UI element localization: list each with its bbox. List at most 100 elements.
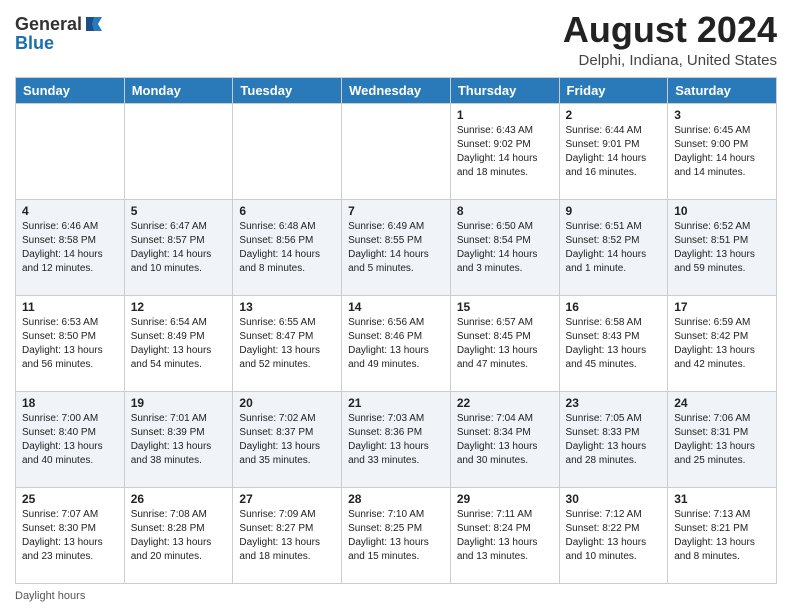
day-number: 15 (457, 300, 553, 314)
daylight-label: Daylight hours (15, 590, 85, 602)
day-info: Sunrise: 7:09 AM Sunset: 8:27 PM Dayligh… (239, 508, 335, 564)
day-info: Sunrise: 7:06 AM Sunset: 8:31 PM Dayligh… (674, 412, 770, 468)
footer: Daylight hours (15, 590, 777, 602)
day-info: Sunrise: 6:54 AM Sunset: 8:49 PM Dayligh… (131, 316, 227, 372)
page: General Blue August 2024 Delphi, Indiana… (0, 0, 792, 612)
calendar-cell: 27Sunrise: 7:09 AM Sunset: 8:27 PM Dayli… (233, 487, 342, 583)
day-info: Sunrise: 7:08 AM Sunset: 8:28 PM Dayligh… (131, 508, 227, 564)
calendar-cell: 4 Sunrise: 6:46 AM Sunset: 8:58 PM Daylig… (16, 199, 125, 295)
day-info: Sunrise: 6:57 AM Sunset: 8:45 PM Dayligh… (457, 316, 553, 372)
calendar-weekday-sunday: Sunday (16, 77, 125, 103)
day-number: 6 (239, 204, 335, 218)
calendar-cell: 12 Sunrise: 6:54 AM Sunset: 8:49 PM Dayli… (124, 295, 233, 391)
day-info: Sunrise: 6:52 AM Sunset: 8:51 PM Dayligh… (674, 220, 770, 276)
day-info: Sunrise: 7:01 AM Sunset: 8:39 PM Dayligh… (131, 412, 227, 468)
calendar-cell: 28 Sunrise: 7:10 AM Sunset: 8:25 PM Dayli… (342, 487, 451, 583)
calendar-cell: 11 Sunrise: 6:53 AM Sunset: 8:50 PM Dayli… (16, 295, 125, 391)
calendar-weekday-tuesday: Tuesday (233, 77, 342, 103)
day-number: 4 (22, 204, 118, 218)
day-number: 5 (131, 204, 227, 218)
day-number: 2 (566, 108, 662, 122)
day-info: Sunrise: 6:43 AM Sunset: 9:02 PM Dayligh… (457, 124, 553, 180)
calendar-cell: 5 Sunrise: 6:47 AM Sunset: 8:57 PM Daylig… (124, 199, 233, 295)
day-number: 14 (348, 300, 444, 314)
day-number: 8 (457, 204, 553, 218)
day-number: 7 (348, 204, 444, 218)
day-number: 9 (566, 204, 662, 218)
calendar-week-row: 4 Sunrise: 6:46 AM Sunset: 8:58 PM Daylig… (16, 199, 777, 295)
day-info: Sunrise: 6:51 AM Sunset: 8:52 PM Dayligh… (566, 220, 662, 276)
day-info: Sunrise: 7:10 AM Sunset: 8:25 PM Dayligh… (348, 508, 444, 564)
logo-general-text: General (15, 14, 82, 35)
day-info: Sunrise: 6:49 AM Sunset: 8:55 PM Dayligh… (348, 220, 444, 276)
calendar-cell: 30 Sunrise: 7:12 AM Sunset: 8:22 PM Dayli… (559, 487, 668, 583)
title-block: August 2024 Delphi, Indiana, United Stat… (563, 10, 777, 69)
day-number: 13 (239, 300, 335, 314)
day-number: 21 (348, 396, 444, 410)
day-info: Sunrise: 7:13 AM Sunset: 8:21 PM Dayligh… (674, 508, 770, 564)
day-info: Sunrise: 7:00 AM Sunset: 8:40 PM Dayligh… (22, 412, 118, 468)
calendar-week-row: 1 Sunrise: 6:43 AM Sunset: 9:02 PM Daylig… (16, 103, 777, 199)
day-info: Sunrise: 6:55 AM Sunset: 8:47 PM Dayligh… (239, 316, 335, 372)
day-info: Sunrise: 7:05 AM Sunset: 8:33 PM Dayligh… (566, 412, 662, 468)
calendar-week-row: 18Sunrise: 7:00 AM Sunset: 8:40 PM Dayli… (16, 391, 777, 487)
calendar-cell: 15 Sunrise: 6:57 AM Sunset: 8:45 PM Dayli… (450, 295, 559, 391)
day-info: Sunrise: 7:07 AM Sunset: 8:30 PM Dayligh… (22, 508, 118, 564)
day-number: 25 (22, 492, 118, 506)
day-info: Sunrise: 6:53 AM Sunset: 8:50 PM Dayligh… (22, 316, 118, 372)
calendar-cell: 9 Sunrise: 6:51 AM Sunset: 8:52 PM Daylig… (559, 199, 668, 295)
day-info: Sunrise: 7:12 AM Sunset: 8:22 PM Dayligh… (566, 508, 662, 564)
calendar-cell: 10 Sunrise: 6:52 AM Sunset: 8:51 PM Dayli… (668, 199, 777, 295)
day-number: 24 (674, 396, 770, 410)
calendar-cell (124, 103, 233, 199)
subtitle: Delphi, Indiana, United States (563, 52, 777, 69)
calendar-cell: 1 Sunrise: 6:43 AM Sunset: 9:02 PM Daylig… (450, 103, 559, 199)
calendar: SundayMondayTuesdayWednesdayThursdayFrid… (15, 77, 777, 584)
calendar-header-row: SundayMondayTuesdayWednesdayThursdayFrid… (16, 77, 777, 103)
calendar-cell: 25 Sunrise: 7:07 AM Sunset: 8:30 PM Dayli… (16, 487, 125, 583)
day-number: 31 (674, 492, 770, 506)
main-title: August 2024 (563, 10, 777, 50)
calendar-cell: 16Sunrise: 6:58 AM Sunset: 8:43 PM Dayli… (559, 295, 668, 391)
calendar-cell: 31 Sunrise: 7:13 AM Sunset: 8:21 PM Dayli… (668, 487, 777, 583)
logo: General Blue (15, 14, 106, 54)
calendar-cell: 24 Sunrise: 7:06 AM Sunset: 8:31 PM Dayli… (668, 391, 777, 487)
day-info: Sunrise: 6:50 AM Sunset: 8:54 PM Dayligh… (457, 220, 553, 276)
calendar-cell: 18Sunrise: 7:00 AM Sunset: 8:40 PM Dayli… (16, 391, 125, 487)
day-info: Sunrise: 6:58 AM Sunset: 8:43 PM Dayligh… (566, 316, 662, 372)
day-number: 12 (131, 300, 227, 314)
day-info: Sunrise: 6:45 AM Sunset: 9:00 PM Dayligh… (674, 124, 770, 180)
logo-icon (84, 15, 106, 33)
calendar-cell: 21Sunrise: 7:03 AM Sunset: 8:36 PM Dayli… (342, 391, 451, 487)
calendar-cell: 7 Sunrise: 6:49 AM Sunset: 8:55 PM Daylig… (342, 199, 451, 295)
header: General Blue August 2024 Delphi, Indiana… (15, 10, 777, 69)
day-number: 26 (131, 492, 227, 506)
calendar-weekday-monday: Monday (124, 77, 233, 103)
calendar-weekday-wednesday: Wednesday (342, 77, 451, 103)
day-number: 28 (348, 492, 444, 506)
day-info: Sunrise: 6:59 AM Sunset: 8:42 PM Dayligh… (674, 316, 770, 372)
day-number: 11 (22, 300, 118, 314)
calendar-cell: 26 Sunrise: 7:08 AM Sunset: 8:28 PM Dayli… (124, 487, 233, 583)
day-number: 1 (457, 108, 553, 122)
calendar-weekday-thursday: Thursday (450, 77, 559, 103)
calendar-cell: 19 Sunrise: 7:01 AM Sunset: 8:39 PM Dayli… (124, 391, 233, 487)
calendar-weekday-friday: Friday (559, 77, 668, 103)
calendar-cell: 17Sunrise: 6:59 AM Sunset: 8:42 PM Dayli… (668, 295, 777, 391)
day-info: Sunrise: 7:11 AM Sunset: 8:24 PM Dayligh… (457, 508, 553, 564)
day-number: 22 (457, 396, 553, 410)
day-number: 30 (566, 492, 662, 506)
day-info: Sunrise: 6:47 AM Sunset: 8:57 PM Dayligh… (131, 220, 227, 276)
calendar-cell (233, 103, 342, 199)
day-number: 23 (566, 396, 662, 410)
day-number: 19 (131, 396, 227, 410)
day-info: Sunrise: 7:02 AM Sunset: 8:37 PM Dayligh… (239, 412, 335, 468)
day-number: 20 (239, 396, 335, 410)
day-number: 29 (457, 492, 553, 506)
day-info: Sunrise: 7:04 AM Sunset: 8:34 PM Dayligh… (457, 412, 553, 468)
day-number: 10 (674, 204, 770, 218)
calendar-cell: 29 Sunrise: 7:11 AM Sunset: 8:24 PM Dayli… (450, 487, 559, 583)
calendar-cell: 3Sunrise: 6:45 AM Sunset: 9:00 PM Daylig… (668, 103, 777, 199)
day-info: Sunrise: 6:46 AM Sunset: 8:58 PM Dayligh… (22, 220, 118, 276)
calendar-cell: 2Sunrise: 6:44 AM Sunset: 9:01 PM Daylig… (559, 103, 668, 199)
